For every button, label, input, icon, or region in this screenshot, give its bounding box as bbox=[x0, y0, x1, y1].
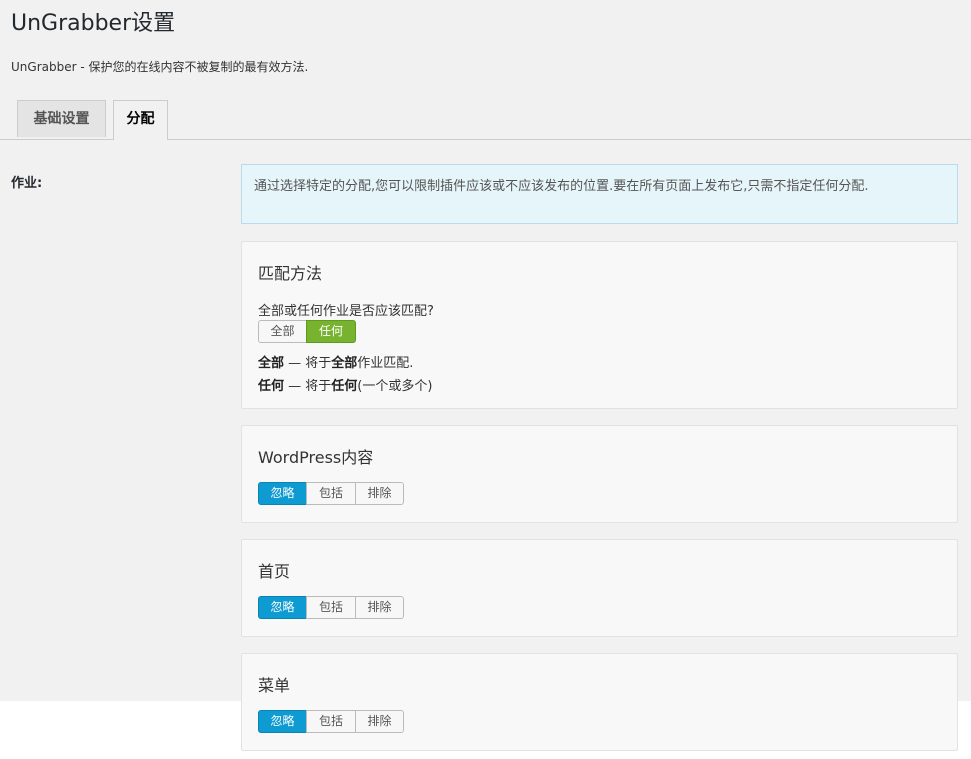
home-page-card: 首页 忽略 包括 排除 bbox=[241, 539, 958, 637]
menu-include-button[interactable]: 包括 bbox=[306, 710, 356, 733]
match-method-card: 匹配方法 全部或任何作业是否应该匹配? 全部 任何 全部 — 将于全部作业匹配.… bbox=[241, 241, 958, 409]
explain-any-rest: (一个或多个) bbox=[357, 379, 433, 394]
explain-all: 全部 — 将于全部作业匹配. bbox=[258, 352, 413, 371]
menu-ignore-button[interactable]: 忽略 bbox=[258, 710, 307, 733]
page-title: UnGrabber设置 bbox=[11, 11, 176, 36]
tab-assignments[interactable]: 分配 bbox=[113, 100, 168, 140]
wordpress-include-button[interactable]: 包括 bbox=[306, 482, 356, 505]
tab-bar: 基础设置 分配 bbox=[0, 100, 971, 140]
explain-all-strong: 全部 bbox=[331, 356, 358, 371]
explain-any-dash: — 将于 bbox=[284, 379, 332, 394]
menu-card: 菜单 忽略 包括 排除 bbox=[241, 653, 958, 751]
menu-exclude-button[interactable]: 排除 bbox=[355, 710, 404, 733]
match-any-button[interactable]: 任何 bbox=[306, 320, 356, 343]
menu-toggle: 忽略 包括 排除 bbox=[258, 710, 404, 733]
match-all-button[interactable]: 全部 bbox=[258, 320, 307, 343]
menu-title: 菜单 bbox=[258, 676, 291, 695]
wordpress-exclude-button[interactable]: 排除 bbox=[355, 482, 404, 505]
explain-any: 任何 — 将于任何(一个或多个) bbox=[258, 375, 432, 394]
assignments-notice: 通过选择特定的分配,您可以限制插件应该或不应该发布的位置.要在所有页面上发布它,… bbox=[241, 164, 958, 224]
home-page-title: 首页 bbox=[258, 562, 291, 581]
assignments-label: 作业: bbox=[11, 176, 43, 191]
wordpress-content-card: WordPress内容 忽略 包括 排除 bbox=[241, 425, 958, 523]
home-include-button[interactable]: 包括 bbox=[306, 596, 356, 619]
explain-all-term: 全部 bbox=[258, 356, 285, 371]
home-ignore-button[interactable]: 忽略 bbox=[258, 596, 307, 619]
home-exclude-button[interactable]: 排除 bbox=[355, 596, 404, 619]
match-method-toggle: 全部 任何 bbox=[258, 320, 356, 343]
match-method-title: 匹配方法 bbox=[258, 264, 323, 283]
wordpress-content-toggle: 忽略 包括 排除 bbox=[258, 482, 404, 505]
match-method-question: 全部或任何作业是否应该匹配? bbox=[258, 304, 434, 319]
tab-basic-settings[interactable]: 基础设置 bbox=[17, 100, 106, 137]
explain-any-term: 任何 bbox=[258, 379, 285, 394]
wordpress-ignore-button[interactable]: 忽略 bbox=[258, 482, 307, 505]
page-description: UnGrabber - 保护您的在线内容不被复制的最有效方法. bbox=[11, 60, 309, 74]
explain-all-dash: — 将于 bbox=[284, 356, 332, 371]
wordpress-content-title: WordPress内容 bbox=[258, 448, 374, 467]
home-page-toggle: 忽略 包括 排除 bbox=[258, 596, 404, 619]
explain-all-rest: 作业匹配. bbox=[357, 356, 414, 371]
explain-any-strong: 任何 bbox=[331, 379, 358, 394]
